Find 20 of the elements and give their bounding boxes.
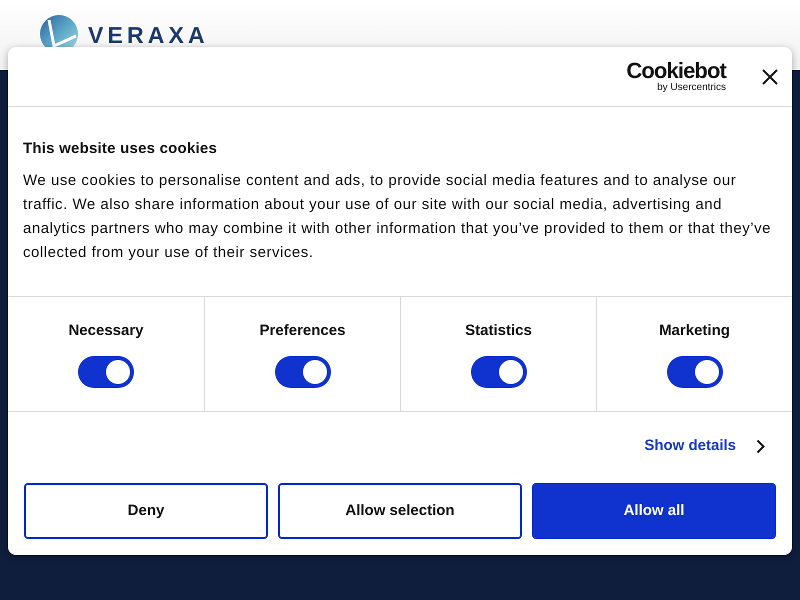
logo-text: VERAXA [88, 22, 209, 48]
category-label: Statistics [465, 321, 532, 341]
dialog-title: This website uses cookies [23, 139, 218, 159]
category-label: Necessary [68, 321, 144, 341]
category-label: Preferences [260, 321, 346, 341]
show-details-link[interactable]: Show details [644, 434, 765, 458]
toggle-switch[interactable] [78, 356, 134, 388]
toggle-switch[interactable] [274, 356, 330, 388]
category-label: Marketing [659, 321, 730, 341]
brand-name: Cookiebot [626, 60, 726, 82]
consent-button[interactable]: Deny [24, 483, 268, 539]
dialog-description: We use cookies to personalise content and ads, to provide social media features and to analyse our traffic. We also share information about your use of our site with our social media, advertising and analytics partners who may combine it with other information that you’ve provided to them or that they’ve collected from your use of their services. [23, 171, 772, 263]
close-icon [762, 68, 778, 84]
toggle-switch[interactable] [470, 356, 526, 388]
chevron-right-icon [756, 438, 765, 454]
close-button[interactable] [762, 68, 778, 84]
consent-button[interactable]: Allow selection [278, 483, 522, 539]
consent-button[interactable]: Allow all [532, 483, 776, 539]
toggle-switch[interactable] [666, 356, 722, 388]
brand-tagline: by Usercentrics [657, 82, 726, 94]
